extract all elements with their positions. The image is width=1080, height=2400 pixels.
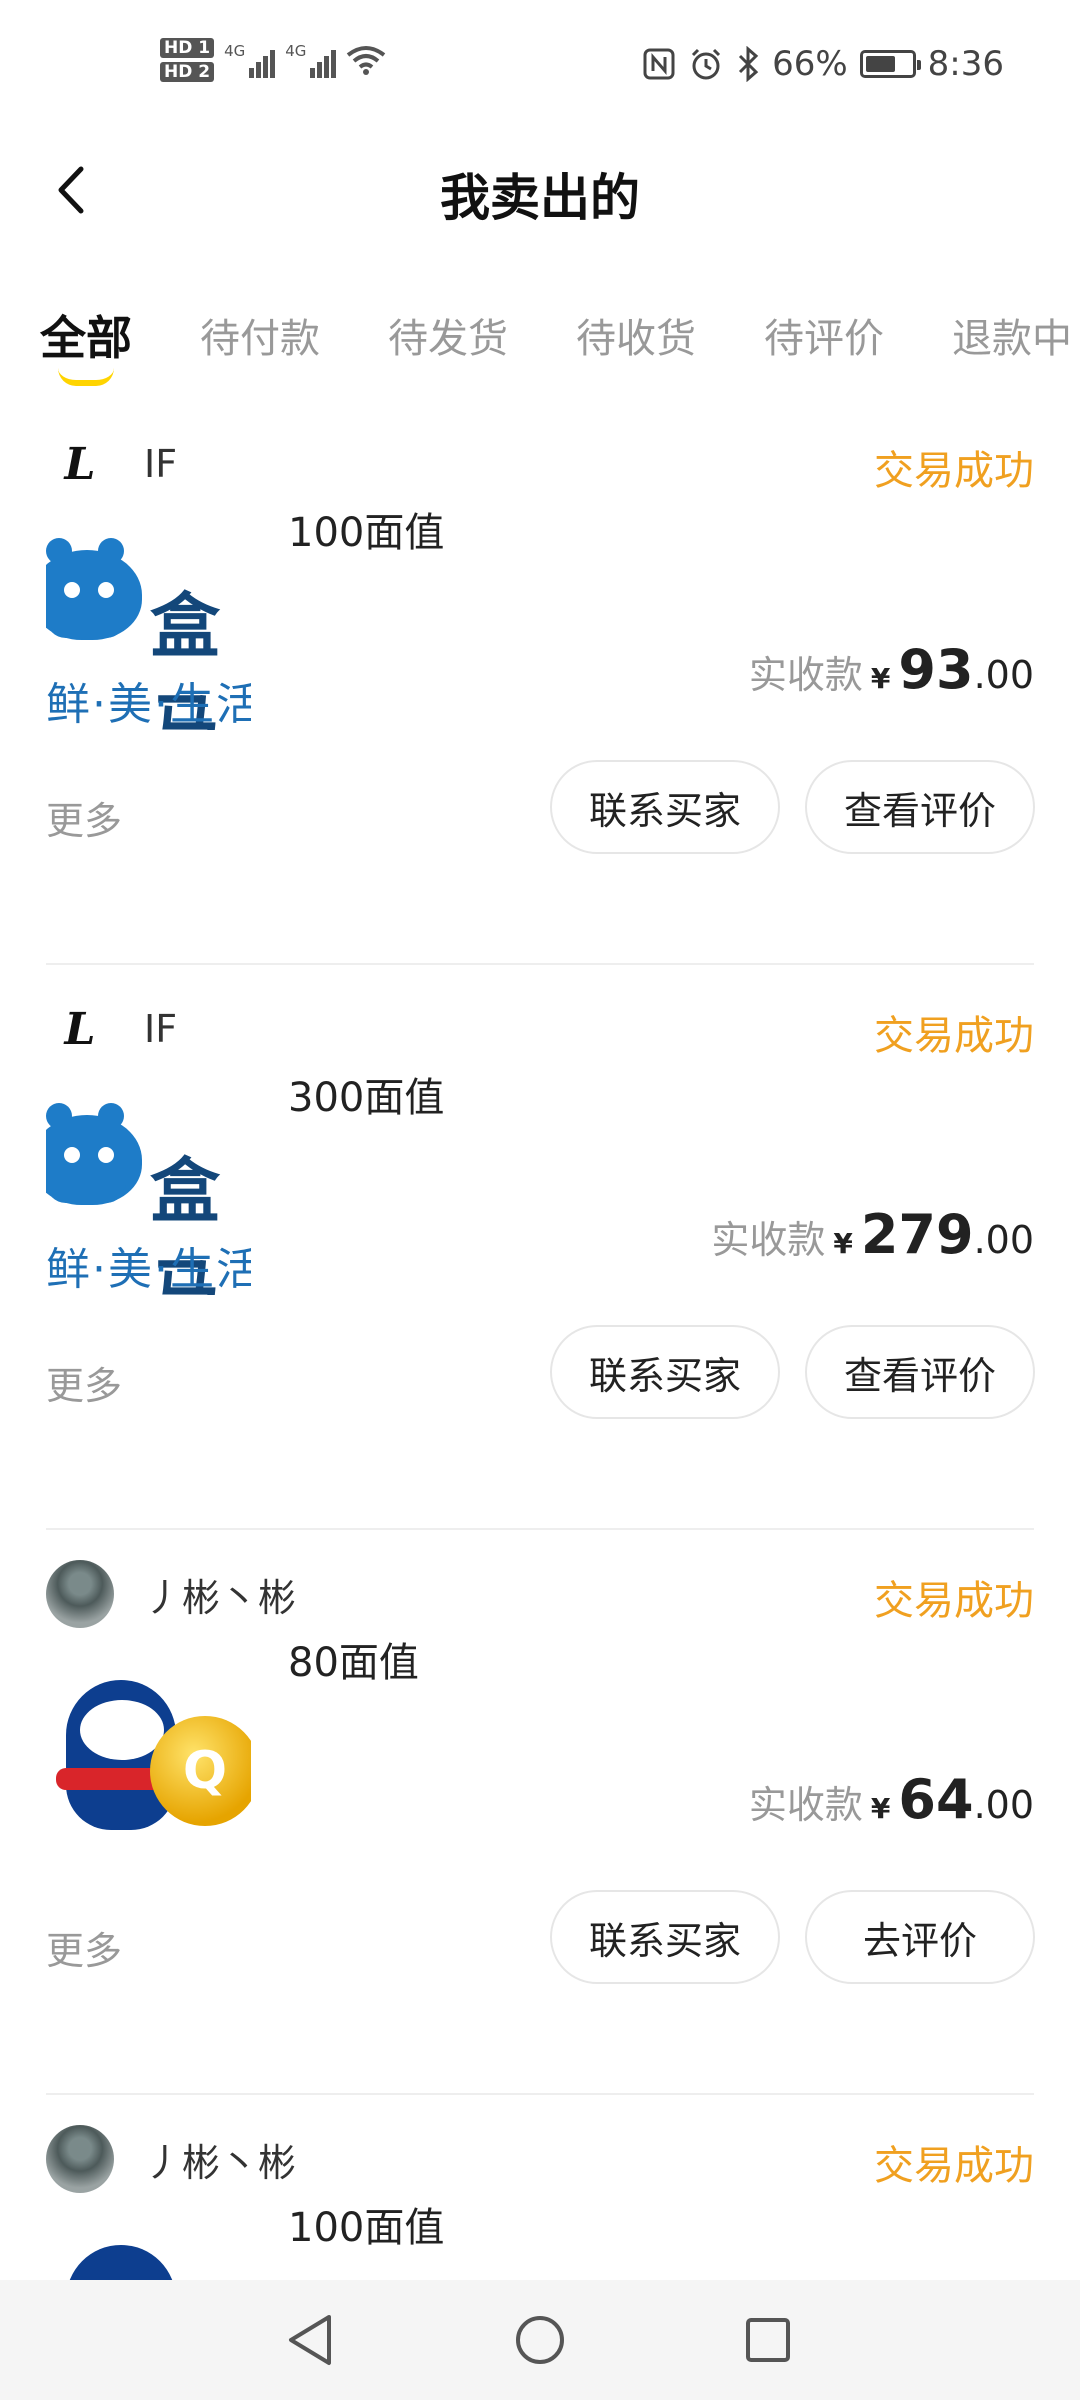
order-status: 交易成功 — [874, 1578, 1034, 1624]
price-decimal: .00 — [973, 653, 1034, 697]
seller[interactable]: L IF — [46, 430, 177, 498]
tab-pending-receipt[interactable]: 待收货 — [576, 306, 696, 364]
tab-all[interactable]: 全部 — [40, 302, 132, 386]
nfc-icon — [643, 48, 675, 80]
avatar: L — [46, 430, 114, 498]
order-status: 交易成功 — [874, 2143, 1034, 2189]
price-label: 实收款 — [748, 653, 863, 697]
more-button[interactable]: 更多 — [46, 1355, 122, 1410]
tab-pending-shipment[interactable]: 待发货 — [388, 306, 508, 364]
price-decimal: .00 — [973, 1218, 1034, 1262]
avatar — [46, 1560, 114, 1628]
signal-icon: 4G — [224, 42, 276, 78]
wifi-icon — [347, 46, 386, 75]
tab-pending-payment[interactable]: 待付款 — [200, 306, 320, 364]
system-nav-bar — [0, 2280, 1080, 2400]
write-review-button[interactable]: 去评价 — [805, 1890, 1035, 1984]
product-thumbnail[interactable]: Q — [46, 1660, 251, 1860]
more-button[interactable]: 更多 — [46, 790, 122, 845]
q-coin-icon: Q — [150, 1716, 251, 1826]
seller[interactable]: L IF — [46, 995, 177, 1063]
network-type: 4G — [224, 42, 246, 60]
bluetooth-icon — [739, 46, 759, 82]
contact-buyer-button[interactable]: 联系买家 — [550, 1325, 780, 1419]
nav-back-button[interactable] — [280, 2310, 340, 2370]
product-title[interactable]: 100面值 — [288, 2195, 444, 2253]
received-amount: 实收款 ¥ 279 .00 — [711, 1203, 1034, 1266]
price-integer: 279 — [860, 1203, 974, 1266]
page-title: 我卖出的 — [440, 169, 640, 227]
product-thumbnail[interactable] — [46, 2225, 251, 2280]
clock: 8:36 — [927, 44, 1004, 84]
alarm-icon — [692, 48, 721, 80]
contact-buyer-button[interactable]: 联系买家 — [550, 760, 780, 854]
seller[interactable]: 丿彬丶彬 — [46, 2125, 296, 2193]
nav-home-button[interactable] — [510, 2310, 570, 2370]
price-label: 实收款 — [748, 1783, 863, 1827]
order-card[interactable]: L IF 交易成功 盒马 鲜·美·生活 100面值 实收款 ¥ 93 .00 更… — [0, 400, 1080, 965]
view-review-button[interactable]: 查看评价 — [805, 760, 1035, 854]
battery-percent: 66% — [772, 44, 848, 84]
signal-icon: 4G — [285, 42, 337, 78]
avatar: L — [46, 995, 114, 1063]
sim2-badge: HD 2 — [160, 62, 215, 82]
tab-pending-review[interactable]: 待评价 — [764, 306, 884, 364]
battery-icon — [859, 50, 921, 78]
product-thumbnail[interactable]: 盒马 鲜·美·生活 — [46, 1095, 251, 1295]
price-integer: 64 — [898, 1768, 974, 1831]
seller-name: 丿彬丶彬 — [144, 2140, 297, 2185]
seller-name: IF — [144, 1007, 178, 1051]
order-card[interactable]: 丿彬丶彬 交易成功 100面值 — [0, 2095, 1080, 2280]
price-decimal: .00 — [973, 1783, 1034, 1827]
view-review-button[interactable]: 查看评价 — [805, 1325, 1035, 1419]
triangle-back-icon — [289, 2315, 331, 2365]
price-label: 实收款 — [711, 1218, 826, 1262]
currency-symbol: ¥ — [870, 662, 891, 695]
status-bar: HD 1 HD 2 4G 4G 66% 8:36 — [0, 0, 1080, 140]
seller[interactable]: 丿彬丶彬 — [46, 1560, 296, 1628]
more-button[interactable]: 更多 — [46, 1920, 122, 1975]
thumbnail-tagline: 鲜·美·生活 — [46, 1244, 251, 1295]
received-amount: 实收款 ¥ 64 .00 — [749, 1768, 1034, 1831]
product-title[interactable]: 300面值 — [288, 1065, 444, 1123]
network-type: 4G — [285, 42, 307, 60]
thumbnail-tagline: 鲜·美·生活 — [46, 679, 251, 730]
product-thumbnail[interactable]: 盒马 鲜·美·生活 — [46, 530, 251, 730]
header: 我卖出的 — [0, 140, 1080, 260]
circle-home-icon — [516, 2316, 564, 2364]
square-recents-icon — [746, 2318, 790, 2362]
seller-name: IF — [144, 442, 178, 486]
order-status: 交易成功 — [874, 1013, 1034, 1059]
nav-recents-button[interactable] — [738, 2310, 798, 2370]
sim-badges: HD 1 HD 2 — [160, 38, 215, 82]
currency-symbol: ¥ — [833, 1227, 853, 1260]
tab-refunding[interactable]: 退款中 — [952, 306, 1072, 364]
currency-symbol: ¥ — [870, 1792, 891, 1825]
status-bar-right: 66% 8:36 — [642, 44, 1004, 84]
status-bar-left: HD 1 HD 2 4G 4G — [160, 38, 386, 82]
contact-buyer-button[interactable]: 联系买家 — [550, 1890, 780, 1984]
avatar — [46, 2125, 114, 2193]
price-integer: 93 — [898, 638, 974, 701]
received-amount: 实收款 ¥ 93 .00 — [749, 638, 1034, 701]
sim1-badge: HD 1 — [160, 38, 215, 58]
order-card[interactable]: L IF 交易成功 盒马 鲜·美·生活 300面值 实收款 ¥ 279 .00 … — [0, 965, 1080, 1530]
seller-name: 丿彬丶彬 — [144, 1575, 297, 1620]
product-title[interactable]: 100面值 — [288, 500, 444, 558]
order-status: 交易成功 — [874, 448, 1034, 494]
product-title[interactable]: 80面值 — [288, 1630, 419, 1688]
order-tabs: 全部 待付款 待发货 待收货 待评价 退款中 — [0, 290, 1080, 386]
order-card[interactable]: 丿彬丶彬 交易成功 Q 80面值 实收款 ¥ 64 .00 更多 联系买家 去评… — [0, 1530, 1080, 2095]
